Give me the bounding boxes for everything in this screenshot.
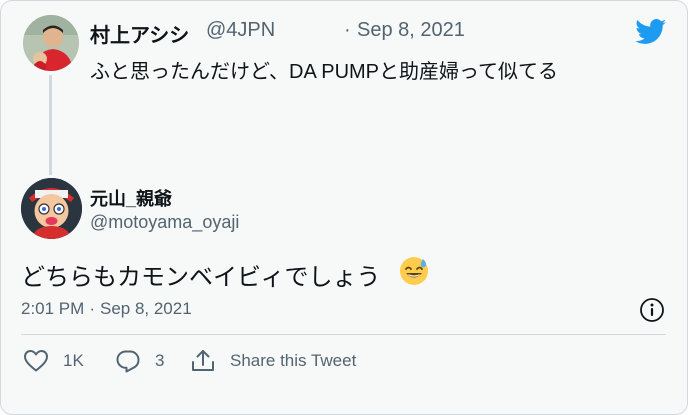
share-label: Share this Tweet [230, 351, 357, 370]
tweet-handle[interactable]: @motoyama_oyaji [90, 212, 239, 233]
tweet-timestamp[interactable]: 2:01 PM · Sep 8, 2021 [21, 299, 192, 319]
reply-count: 3 [155, 351, 165, 370]
tweet-author-avatar[interactable] [21, 178, 82, 239]
reply-button[interactable]: 3 [115, 347, 164, 375]
sweat-smile-emoji [400, 257, 428, 285]
reply-to-handle[interactable]: @4JPN [206, 19, 275, 42]
thread-connector [49, 75, 52, 175]
info-icon[interactable] [639, 297, 665, 323]
reply-to-avatar[interactable] [23, 15, 79, 71]
share-icon [192, 350, 214, 371]
reply-to-date[interactable]: Sep 8, 2021 [357, 19, 465, 42]
like-button[interactable]: 1K [23, 347, 84, 375]
embedded-tweet-card[interactable]: 村上アシシ @4JPN · Sep 8, 2021 ふと思ったんだけど、DA P… [0, 0, 688, 415]
twitter-bird-icon[interactable] [635, 19, 667, 45]
reply-to-display-name[interactable]: 村上アシシ [90, 19, 189, 48]
tweet-display-name[interactable]: 元山_親爺 [90, 185, 172, 211]
like-count: 1K [63, 351, 84, 370]
tweet-text: どちらもカモンベイビィでしょう [21, 264, 381, 291]
reply-to-separator: · [344, 19, 351, 41]
timestamp-separator: · [89, 299, 95, 318]
reply-to-text: ふと思ったんだけど、DA PUMPと助産婦って似てる [90, 61, 559, 83]
heart-icon [24, 350, 48, 372]
tweet-date: Sep 8, 2021 [99, 299, 192, 318]
reply-icon [116, 350, 140, 373]
divider [21, 334, 666, 335]
tweet-time: 2:01 PM [21, 299, 85, 318]
share-tweet-button[interactable]: Share this Tweet [190, 347, 356, 375]
